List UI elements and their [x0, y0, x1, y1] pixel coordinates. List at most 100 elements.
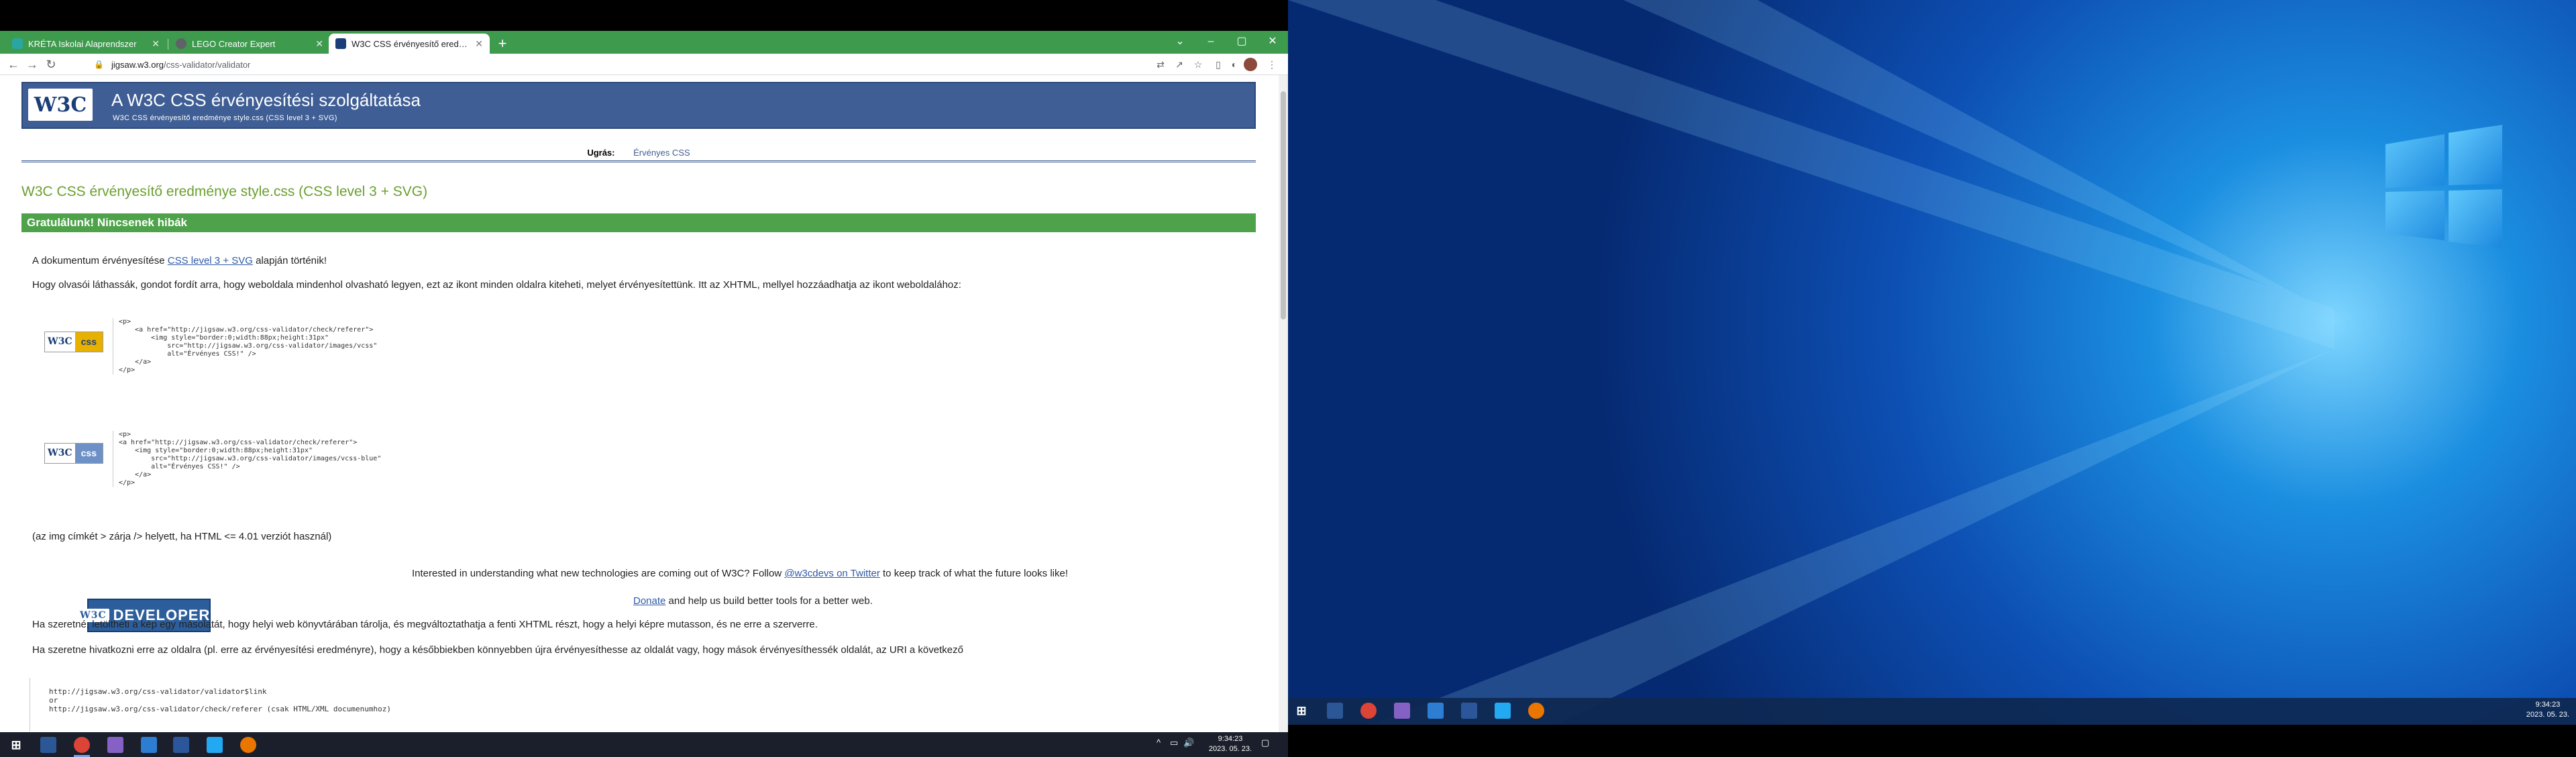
badge-code-gold[interactable]: <p> <a href="http://jigsaw.w3.org/css-va… [113, 318, 716, 374]
clock-right[interactable]: 9:34:23 2023. 05. 23. [2521, 700, 2575, 720]
jump-label: Ugrás: [587, 148, 615, 158]
jump-link-valid-css[interactable]: Érvényes CSS [633, 148, 690, 158]
blender-app-icon[interactable] [1528, 703, 1544, 719]
tab-title: KRÉTA Iskolai Alaprendszer [28, 38, 137, 49]
doc-prefix: A dokumentum érvényesítése [32, 255, 168, 266]
maximize-button[interactable]: ▢ [1226, 31, 1257, 54]
reload-icon[interactable]: ↻ [43, 56, 59, 72]
vs-tools-icon[interactable] [141, 737, 157, 753]
banner-subtitle: W3C CSS érvényesítő eredménye style.css … [113, 114, 337, 122]
clock-left[interactable]: 9:34:23 2023. 05. 23. [1203, 734, 1257, 754]
tab-title: LEGO Creator Expert [192, 38, 276, 49]
windows-logo-pane [2385, 191, 2445, 240]
w3cdevs-twitter-link[interactable]: @w3cdevs on Twitter [784, 568, 880, 579]
validation-standard-text: A dokumentum érvényesítése CSS level 3 +… [32, 255, 327, 266]
tab-w3c-validator[interactable]: W3C CSS érvényesítő eredménye ✕ [329, 34, 490, 54]
clock-date: 2023. 05. 23. [1208, 745, 1252, 753]
tab-title: W3C CSS érvényesítő eredménye [352, 38, 470, 49]
jump-bar: Ugrás: Érvényes CSS [21, 148, 1256, 162]
vscode-app-icon[interactable] [1495, 703, 1511, 719]
success-banner: Gratulálunk! Nincsenek hibák [21, 213, 1256, 232]
lock-icon[interactable]: 🔒 [94, 59, 105, 70]
right-monitor-desktop: ⊞ 9:34:23 2023. 05. 23. [1288, 0, 2576, 757]
url-path: /css-validator/validator [164, 59, 251, 70]
chrome-window: KRÉTA Iskolai Alaprendszer ✕ LEGO Creato… [0, 31, 1288, 732]
translate-icon[interactable]: ⇄ [1154, 58, 1167, 71]
menu-kebab-icon[interactable]: ⋮ [1265, 58, 1279, 71]
side-panel-icon[interactable]: ▯ [1212, 58, 1225, 71]
word-app-icon[interactable] [173, 737, 189, 753]
chrome-app-icon[interactable] [74, 737, 90, 753]
w3c-logo[interactable]: W3C [28, 89, 93, 121]
floppy-save-app-icon[interactable] [1327, 703, 1343, 719]
clock-time: 9:34:23 [1218, 735, 1243, 743]
taskbar-right: ⊞ 9:34:23 2023. 05. 23. [1288, 698, 2576, 725]
share-icon[interactable]: ↗ [1173, 58, 1186, 71]
close-icon[interactable]: ✕ [475, 38, 483, 50]
network-icon[interactable]: ▭ [1170, 738, 1178, 748]
close-icon[interactable]: ✕ [152, 38, 160, 50]
minimize-button[interactable]: – [1195, 31, 1226, 54]
left-monitor: KRÉTA Iskolai Alaprendszer ✕ LEGO Creato… [0, 0, 1288, 757]
donate-text: Donate and help us build better tools fo… [633, 595, 873, 607]
css-level-link[interactable]: CSS level 3 + SVG [168, 255, 253, 266]
browser-toolbar: ← → ↻ 🔒 jigsaw.w3.org/css-validator/vali… [0, 54, 1288, 75]
vs-tools-icon[interactable] [1428, 703, 1444, 719]
windows-logo-pane [2449, 125, 2502, 185]
extensions-icon[interactable]: ◐ [1228, 58, 1241, 71]
vscode-app-icon[interactable] [207, 737, 223, 753]
clock-time: 9:34:23 [2535, 701, 2561, 709]
badge-w3c-text: W3C [45, 332, 75, 352]
visual-studio-icon[interactable] [1394, 703, 1410, 719]
chevron-up-icon[interactable]: ^ [1157, 738, 1161, 748]
tab-strip: KRÉTA Iskolai Alaprendszer ✕ LEGO Creato… [0, 31, 1288, 54]
volume-icon[interactable]: 🔊 [1183, 738, 1194, 748]
valid-css-badge-gold[interactable]: W3C css [44, 332, 103, 352]
interest-prefix: Interested in understanding what new tec… [412, 568, 785, 579]
tab-lego[interactable]: LEGO Creator Expert ✕ [169, 34, 330, 54]
badge-w3c-text: W3C [45, 444, 75, 463]
windows-start-icon[interactable]: ⊞ [1293, 703, 1309, 719]
vertical-scrollbar[interactable] [1279, 75, 1288, 732]
profile-avatar[interactable] [1244, 58, 1257, 71]
html401-note: (az img címkét > zárja /> helyett, ha HT… [32, 531, 332, 542]
uri-code-block[interactable]: http://jigsaw.w3.org/css-validator/valid… [30, 678, 1250, 731]
close-window-button[interactable]: ✕ [1257, 31, 1288, 54]
blender-app-icon[interactable] [240, 737, 256, 753]
page-content [0, 75, 1279, 732]
windows-start-icon[interactable]: ⊞ [8, 737, 24, 753]
notification-icon[interactable]: ▢ [1261, 738, 1269, 748]
bookmark-star-icon[interactable]: ☆ [1191, 58, 1205, 71]
tab-search-icon[interactable]: ⌄ [1165, 31, 1195, 54]
badge-code-blue[interactable]: <p> <a href="http://jigsaw.w3.org/css-va… [113, 431, 716, 487]
valid-css-badge-blue[interactable]: W3C css [44, 443, 103, 464]
badge-css-text: css [74, 444, 103, 463]
icon-instructions: Hogy olvasói láthassák, gondot fordít ar… [32, 279, 961, 291]
kreta-favicon-icon [12, 38, 23, 49]
desktop-bottom-bezel [1288, 725, 2576, 757]
page-banner: W3C A W3C CSS érvényesítési szolgáltatás… [21, 82, 1256, 129]
clock-date: 2023. 05. 23. [2526, 711, 2570, 719]
copy-image-text: Ha szeretné, letöltheti a kép egy másola… [32, 619, 818, 630]
donate-suffix: and help us build better tools for a bet… [665, 595, 873, 607]
result-title: W3C CSS érvényesítő eredménye style.css … [21, 184, 428, 199]
donate-link[interactable]: Donate [633, 595, 665, 607]
taskbar-left: ⊞ ^ ▭ 🔊 9:34:23 2023. 05. 23. ▢ [0, 732, 1288, 757]
banner-title: A W3C CSS érvényesítési szolgáltatása [111, 90, 421, 110]
chrome-app-icon[interactable] [1360, 703, 1377, 719]
close-icon[interactable]: ✕ [315, 38, 323, 50]
forward-icon[interactable]: → [24, 56, 40, 72]
new-tab-button[interactable]: + [494, 35, 511, 52]
address-bar[interactable]: 🔒 jigsaw.w3.org/css-validator/validator [72, 56, 1152, 73]
windows-logo-pane [2449, 189, 2502, 248]
back-icon[interactable]: ← [5, 56, 21, 72]
tab-kreta[interactable]: KRÉTA Iskolai Alaprendszer ✕ [5, 34, 166, 54]
url-text[interactable]: jigsaw.w3.org/css-validator/validator [111, 60, 250, 70]
word-app-icon[interactable] [1461, 703, 1477, 719]
globe-icon [176, 38, 186, 49]
doc-suffix: alapján történik! [252, 255, 327, 266]
visual-studio-icon[interactable] [107, 737, 123, 753]
url-host: jigsaw.w3.org [111, 59, 164, 70]
scrollbar-thumb[interactable] [1281, 91, 1286, 319]
floppy-save-app-icon[interactable] [40, 737, 56, 753]
